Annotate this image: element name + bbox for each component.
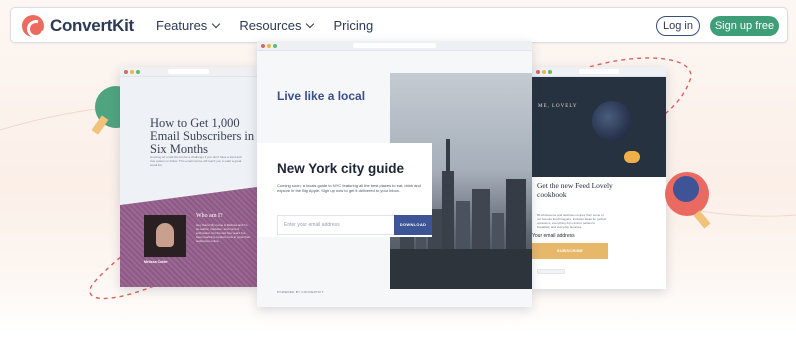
landing-page-preview-center: Live like a local New York city guide Co… (257, 41, 532, 307)
download-button: DOWNLOAD (394, 215, 432, 235)
browser-chrome (532, 67, 666, 77)
preview-title: How to Get 1,000 Email Subscribers in Si… (150, 116, 255, 156)
author-photo (144, 215, 186, 257)
subscribe-button: SUBSCRIBE (532, 243, 608, 259)
blueberry-bowl-image (592, 101, 632, 141)
landing-page-preview-right: ME, LOVELY Get the new Feed Lovely cookb… (532, 67, 666, 289)
guide-body: Coming soon: a locals guide to NYC featu… (277, 183, 421, 193)
tagline: Live like a local (277, 89, 366, 103)
cookbook-email-input: Your email address (532, 233, 575, 239)
who-text: Hey there! My name is Melissa and I'm an… (196, 223, 251, 243)
landing-page-preview-left: How to Get 1,000 Email Subscribers in Si… (120, 67, 257, 287)
food-photo: ME, LOVELY (532, 77, 666, 177)
powered-by: POWERED BY CONVERTKIT (277, 290, 324, 294)
browser-chrome (120, 67, 257, 77)
author-name: Melissa Cutler (144, 260, 168, 264)
browser-chrome (257, 41, 532, 51)
small-field (537, 269, 565, 274)
preview-body: Growing an email list can be a challenge… (150, 155, 242, 167)
fruit-image (624, 151, 640, 163)
guide-title: New York city guide (277, 161, 405, 176)
email-input: Enter your email address (277, 215, 395, 235)
cookbook-body: 50 wholesome and delicious recipes from … (537, 213, 607, 229)
cookbook-title: Get the new Feed Lovely cookbook (537, 181, 613, 199)
blue-circle-decoration (673, 176, 699, 202)
who-heading: Who am I? (196, 213, 223, 219)
cookbook-brand: ME, LOVELY (538, 104, 578, 109)
